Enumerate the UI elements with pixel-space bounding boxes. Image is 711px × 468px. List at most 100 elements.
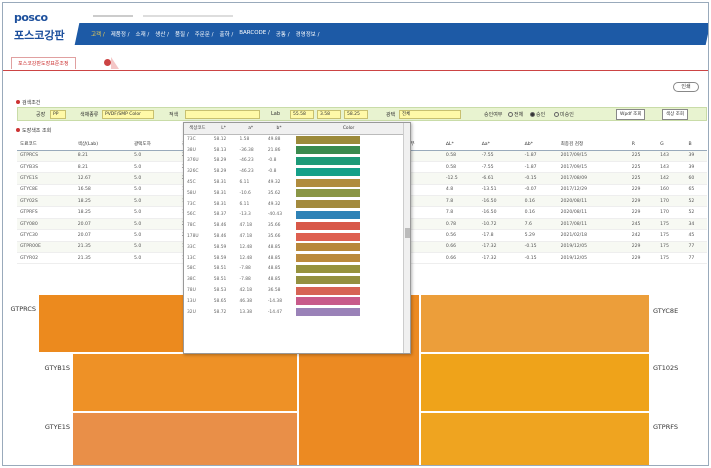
popup-row[interactable]: 13U 58.65 46.38 -14.38	[184, 296, 404, 307]
nav-item-2[interactable]: 소재 /	[136, 30, 150, 38]
popup-column-header: L*	[210, 123, 237, 135]
table-cell: 2017/12/29	[557, 184, 629, 197]
color-swatch	[296, 232, 361, 241]
radio-unapproved-label: 미승인	[560, 112, 574, 118]
column-header[interactable]: B	[685, 139, 707, 151]
nav-item-9[interactable]: 경영정보 /	[296, 30, 320, 38]
table-cell: 0.58	[442, 161, 479, 174]
popup-color-cell	[293, 145, 404, 156]
table-cell: 2019/12/05	[557, 241, 629, 254]
treemap-cell[interactable]	[73, 413, 297, 465]
popup-cell: 58.59	[213, 255, 227, 261]
section-title-results: 도장색조 조회	[16, 127, 51, 134]
popup-row[interactable]: 376U 58.29 -46.23 -0.8	[184, 156, 404, 167]
popup-row[interactable]: 178U 58.46 47.18 35.66	[184, 231, 404, 242]
popup-row[interactable]: 56C 58.37 -13.3 -40.43	[184, 210, 404, 221]
color-type-label: 색채종류	[80, 112, 99, 118]
column-header[interactable]: 색상(Lab)	[74, 139, 131, 151]
popup-row[interactable]: 73C 58.12 1.58 49.88	[184, 134, 404, 145]
popup-color-cell	[293, 134, 404, 145]
treemap-cell[interactable]	[421, 413, 649, 465]
treemap-cell[interactable]	[73, 354, 297, 411]
table-cell: 175	[657, 229, 686, 242]
column-header[interactable]: ∆L*	[442, 139, 479, 151]
table-cell: 0.16	[521, 195, 558, 208]
column-header[interactable]: G	[657, 139, 686, 151]
popup-color-cell	[293, 296, 404, 307]
nav-item-1[interactable]: 제품정 /	[111, 30, 130, 38]
color-input[interactable]	[185, 110, 260, 119]
radio-approved[interactable]: 승인	[530, 111, 545, 118]
popup-row[interactable]: 38C 58.51 -7.88 48.85	[184, 274, 404, 285]
color-swatch	[296, 178, 361, 187]
brand-name[interactable]: 포스코강판	[14, 27, 65, 43]
popup-cell: 36.58	[267, 288, 281, 294]
nav-item-5[interactable]: 주문문 /	[195, 30, 214, 38]
table-cell: 0.66	[442, 241, 479, 254]
popup-row[interactable]: 33C 58.59 12.48 48.85	[184, 242, 404, 253]
print-button[interactable]: 인쇄	[673, 82, 699, 92]
column-header[interactable]: 광택도하	[130, 139, 179, 151]
color-swatch	[296, 210, 361, 219]
popup-row[interactable]: 45C 58.31 6.11 49.32	[184, 177, 404, 188]
nav-item-4[interactable]: 품질 /	[175, 30, 189, 38]
table-cell: 21.35	[74, 252, 131, 265]
popup-cell: 48.85	[267, 244, 281, 250]
table-cell: 0.66	[442, 252, 479, 265]
radio-unapproved[interactable]: 미승인	[554, 111, 574, 118]
popup-row[interactable]: 58U 58.31 -10.6 35.62	[184, 188, 404, 199]
popup-row[interactable]: 38U 58.13 -36.38 21.86	[184, 145, 404, 156]
close-icon[interactable]	[104, 59, 111, 66]
popup-color-cell	[293, 210, 404, 221]
popup-scrollbar[interactable]	[403, 123, 410, 353]
popup-cell: 58U	[187, 190, 196, 196]
lab-a-field[interactable]: 3.58	[317, 110, 341, 119]
gloss-select[interactable]: 전체	[399, 110, 461, 119]
popup-cell: 58C	[187, 266, 196, 272]
treemap-cell[interactable]	[421, 354, 649, 411]
popup-cell: 12.48	[239, 244, 253, 250]
wpdf-search-button[interactable]: Wpdf 조회	[616, 109, 646, 120]
popup-row[interactable]: 73C 58.31 6.11 49.32	[184, 199, 404, 210]
table-cell: 65	[685, 184, 707, 197]
color-type-select[interactable]: PVDF/SMP Color	[102, 110, 154, 119]
tab-active[interactable]: 포스코강판도장표준조정	[11, 57, 76, 69]
popup-row[interactable]: 78C 58.46 47.18 35.66	[184, 220, 404, 231]
popup-row[interactable]: 32U 58.72 13.38 -14.47	[184, 307, 404, 318]
column-header[interactable]: 도료코드	[17, 139, 75, 151]
brand-logo[interactable]: posco	[14, 11, 48, 24]
radio-approved-label: 승인	[536, 112, 546, 118]
column-header[interactable]: R	[628, 139, 658, 151]
nav-item-6[interactable]: 출하 /	[220, 30, 234, 38]
popup-row[interactable]: 58C 58.51 -7.88 48.85	[184, 264, 404, 275]
lab-l-field[interactable]: 55.58	[290, 110, 314, 119]
table-cell: 12.67	[74, 172, 131, 185]
tab-bar: 포스코강판도장표준조정	[3, 53, 708, 71]
nav-item-3[interactable]: 생산 /	[155, 30, 169, 38]
radio-all[interactable]: 전체	[508, 111, 523, 118]
treemap-cell[interactable]	[421, 295, 649, 352]
table-cell: 5.29	[521, 229, 558, 242]
nav-item-8[interactable]: 공통 /	[276, 30, 290, 38]
plant-field[interactable]: PP	[50, 110, 66, 119]
column-header[interactable]: 최종검 검정	[557, 139, 629, 151]
treemap-label: GTYB1S	[44, 364, 70, 372]
popup-cell: 58.51	[213, 277, 227, 283]
popup-row[interactable]: 13C 58.59 12.48 48.85	[184, 253, 404, 264]
approval-label: 승인여부	[484, 112, 503, 118]
popup-cell: 58.46	[213, 234, 227, 240]
popup-cell: 58.65	[213, 298, 227, 304]
popup-row[interactable]: 326C 58.29 -46.23 -0.8	[184, 166, 404, 177]
column-header[interactable]: ∆a*	[478, 139, 522, 151]
column-header[interactable]: ∆b*	[521, 139, 558, 151]
nav-item-0[interactable]: 고객 /	[91, 30, 105, 38]
lab-b-field[interactable]: 58.25	[344, 110, 368, 119]
popup-row[interactable]: 78U 58.53 42.18 36.58	[184, 285, 404, 296]
color-search-button[interactable]: 색상 조회	[662, 109, 688, 120]
search-filter-bar: 공장 PP 색채종류 PVDF/SMP Color 적색 Lab 55.58 3…	[17, 107, 707, 121]
nav-item-7[interactable]: BARCODE /	[239, 30, 270, 38]
table-cell: 175	[657, 252, 686, 265]
tab-corner-icon	[111, 57, 119, 69]
color-swatch	[296, 221, 361, 230]
scrollbar-thumb[interactable]	[405, 228, 410, 238]
